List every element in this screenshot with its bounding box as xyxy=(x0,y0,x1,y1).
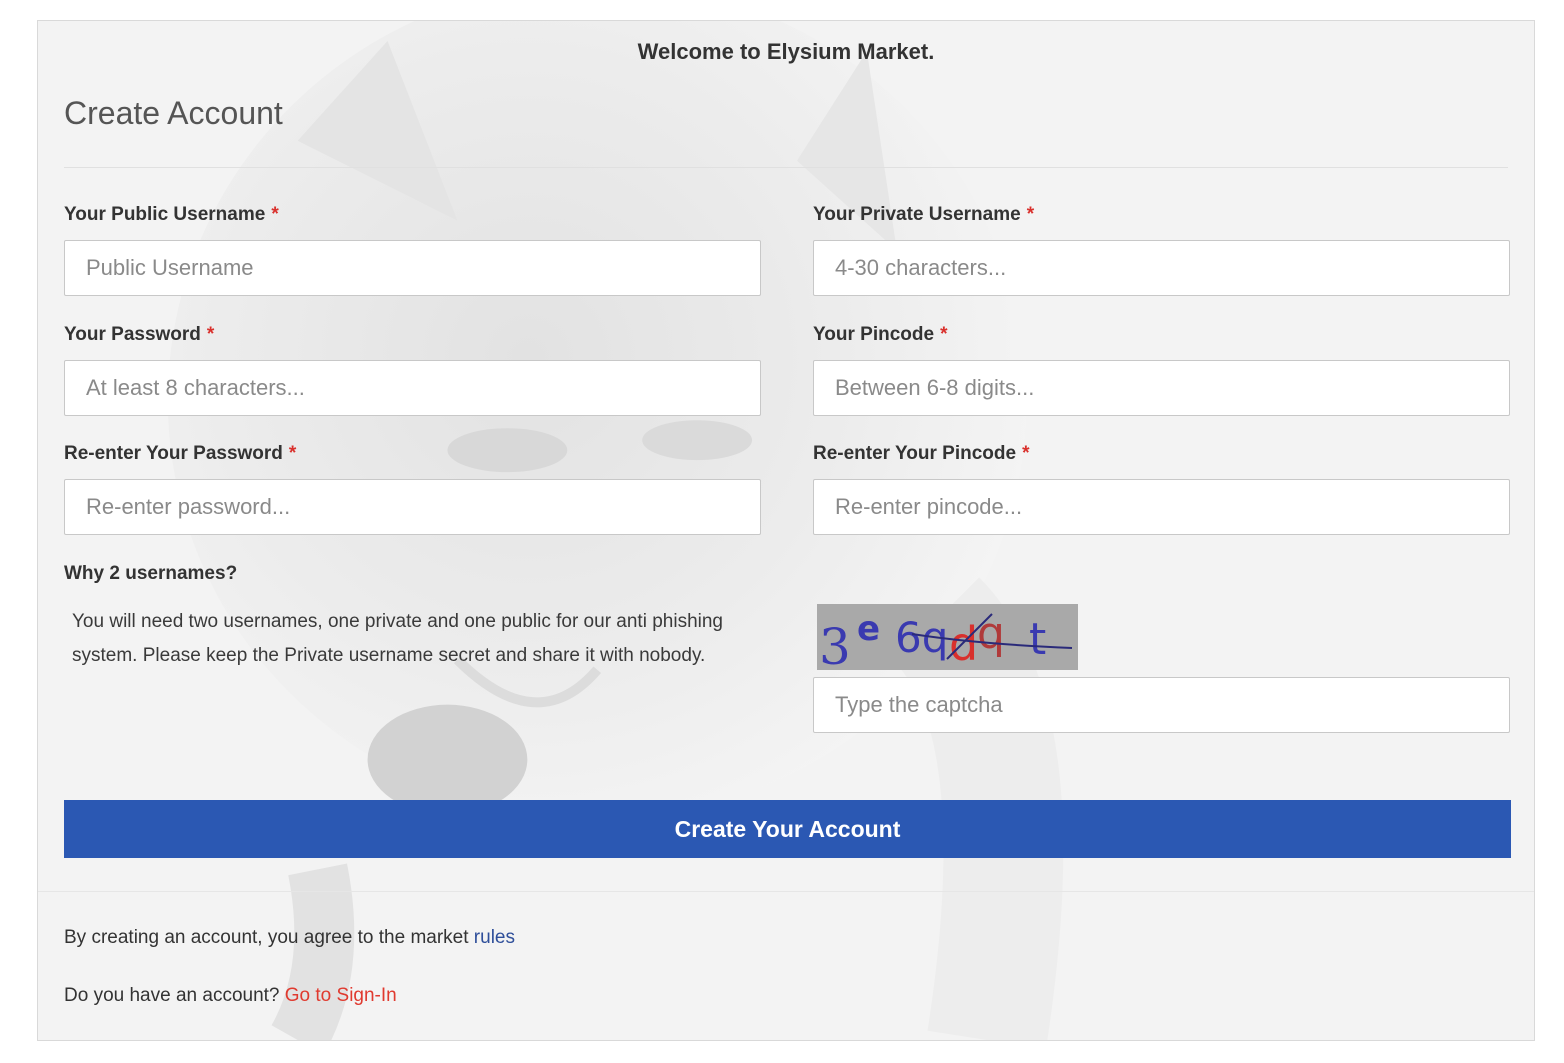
why-usernames-text: You will need two usernames, one private… xyxy=(72,611,723,666)
welcome-heading: Welcome to Elysium Market. xyxy=(637,39,935,64)
svg-text:e: e xyxy=(857,609,880,649)
required-marker: * xyxy=(940,324,948,345)
captcha-graphic: 3 e 6q d q t xyxy=(817,604,1078,670)
captcha-input[interactable] xyxy=(813,677,1510,733)
header-divider xyxy=(64,167,1508,168)
pincode-confirm-input[interactable] xyxy=(813,479,1510,535)
public-username-input[interactable] xyxy=(64,240,761,296)
pincode-input[interactable] xyxy=(813,360,1510,416)
password-label: Your Password * xyxy=(64,324,215,345)
required-marker: * xyxy=(1022,443,1030,464)
password-confirm-label: Re-enter Your Password * xyxy=(64,443,297,464)
password-input[interactable] xyxy=(64,360,761,416)
required-marker: * xyxy=(271,204,279,225)
footer-divider xyxy=(38,891,1534,892)
password-confirm-input[interactable] xyxy=(64,479,761,535)
required-marker: * xyxy=(288,443,297,464)
public-username-label: Your Public Username * xyxy=(64,204,279,225)
captcha-image: 3 e 6q d q t xyxy=(817,604,1078,670)
why-usernames-heading: Why 2 usernames? xyxy=(64,563,238,584)
pincode-confirm-label: Re-enter Your Pincode * xyxy=(813,443,1030,464)
rules-link[interactable]: rules xyxy=(474,927,515,948)
required-marker: * xyxy=(206,324,215,345)
sign-in-link[interactable]: Go to Sign-In xyxy=(285,985,397,1006)
required-marker: * xyxy=(1026,204,1035,225)
signin-prompt: Do you have an account? Go to Sign-In xyxy=(64,985,397,1006)
svg-text:3: 3 xyxy=(819,618,851,670)
svg-text:t: t xyxy=(1029,614,1046,665)
page-title: Create Account xyxy=(64,95,283,131)
create-account-button[interactable]: Create Your Account xyxy=(64,800,1511,858)
rules-notice: By creating an account, you agree to the… xyxy=(64,927,515,948)
pincode-label: Your Pincode * xyxy=(813,324,948,345)
private-username-input[interactable] xyxy=(813,240,1510,296)
register-card: Welcome to Elysium Market. Create Accoun… xyxy=(37,20,1535,1041)
private-username-label: Your Private Username * xyxy=(813,204,1035,225)
